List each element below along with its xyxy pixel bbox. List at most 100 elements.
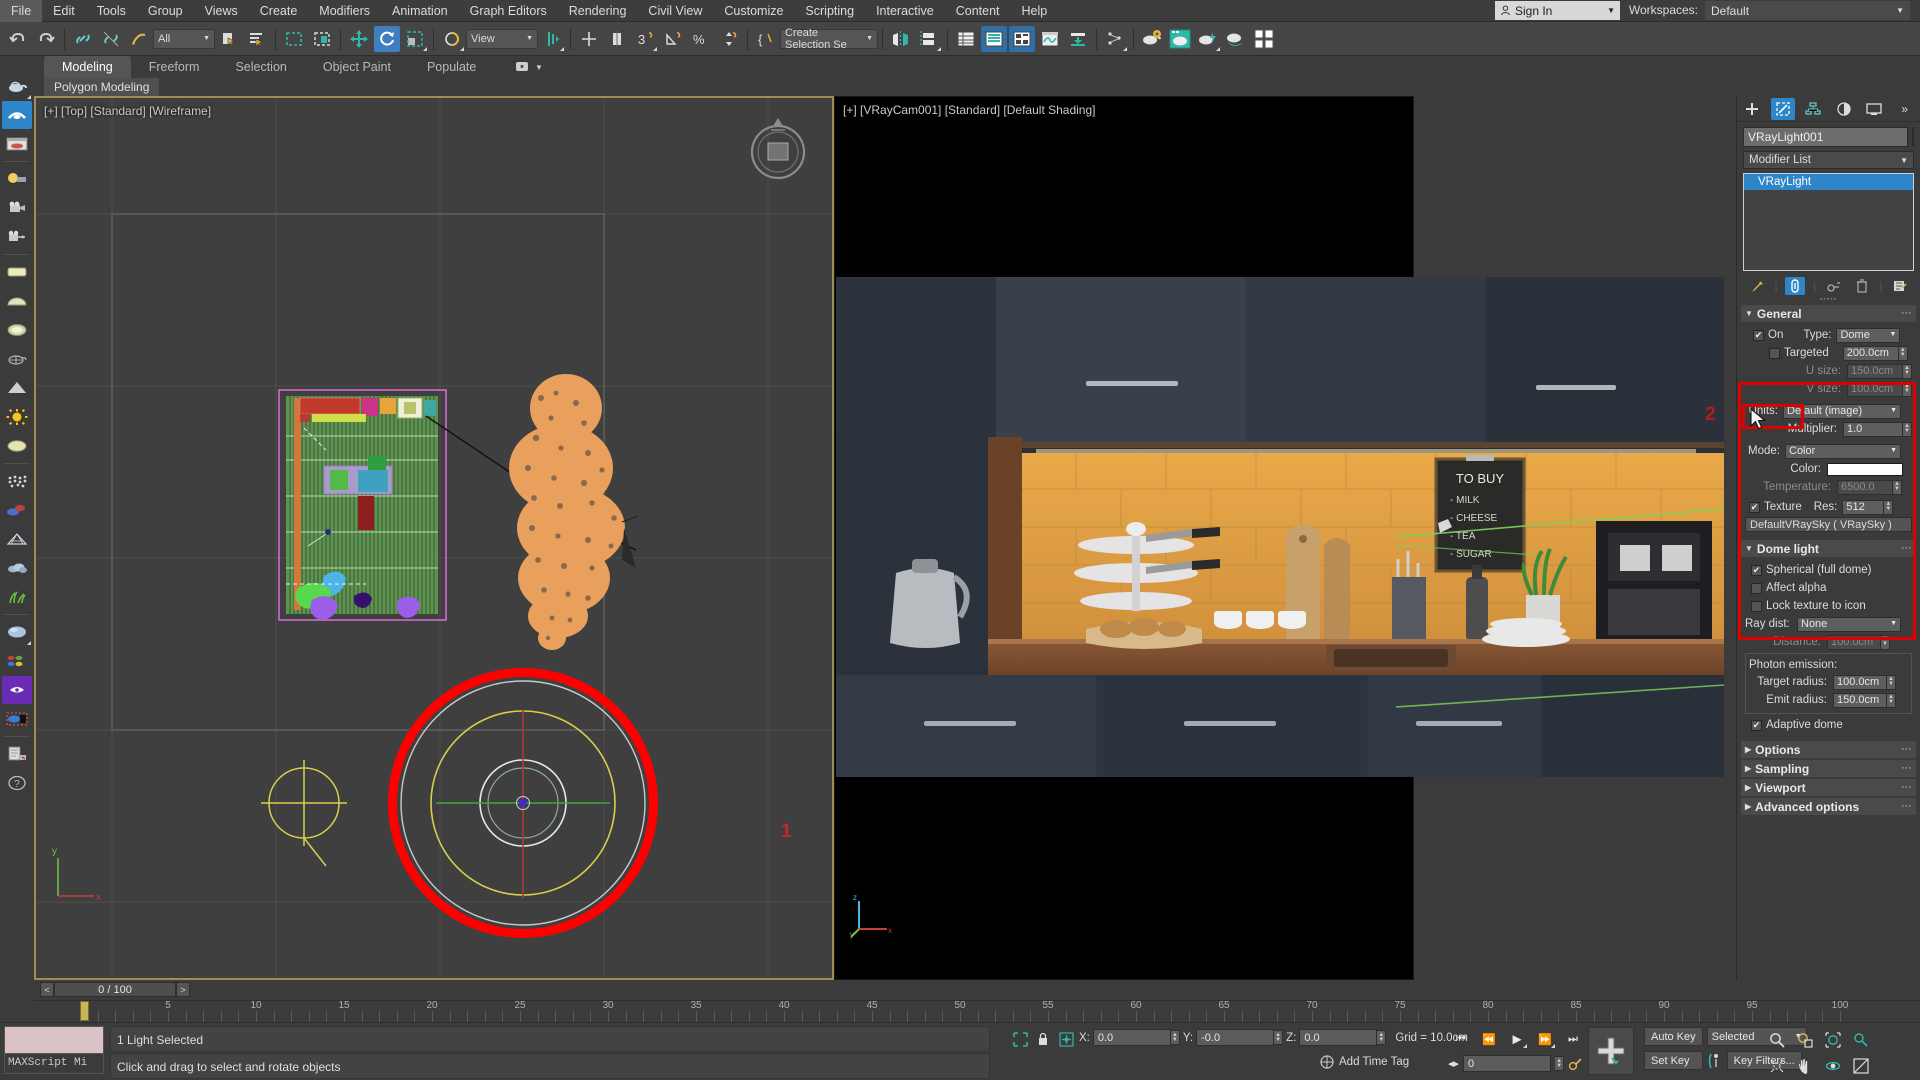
dome-light-icon[interactable] xyxy=(2,287,32,315)
menu-item-civil-view[interactable]: Civil View xyxy=(637,0,713,22)
window-crossing-icon[interactable] xyxy=(309,26,335,52)
menu-item-tools[interactable]: Tools xyxy=(86,0,137,22)
sphere-icon[interactable] xyxy=(2,618,32,646)
field-of-view-icon[interactable] xyxy=(1766,1055,1788,1077)
emit-radius-spinner[interactable]: ▲▼ xyxy=(1887,693,1896,708)
frame-number-field[interactable]: 0 xyxy=(1463,1055,1551,1072)
chevron-down-icon[interactable]: ▼ xyxy=(1890,617,1897,631)
selection-lock-icon[interactable] xyxy=(1033,1029,1053,1049)
maximize-viewport-icon[interactable] xyxy=(1850,1055,1872,1077)
select-scale-icon[interactable] xyxy=(402,26,428,52)
menu-item-create[interactable]: Create xyxy=(249,0,309,22)
ribbon-tab-freeform[interactable]: Freeform xyxy=(131,56,218,78)
emit-radius-field[interactable]: 150.0cm xyxy=(1833,693,1887,708)
rollout-advanced-options-header[interactable]: ▶ Advanced options ▪▪▪ xyxy=(1741,798,1916,815)
spherical-checkbox[interactable] xyxy=(1751,565,1762,576)
time-next-button[interactable]: > xyxy=(176,982,190,997)
menu-item-scripting[interactable]: Scripting xyxy=(794,0,865,22)
chevron-down-icon[interactable]: ▼ xyxy=(1890,328,1897,342)
time-slider-handle[interactable] xyxy=(80,1001,89,1021)
targeted-value-field[interactable]: 200.0cm xyxy=(1843,346,1899,361)
absolute-relative-toggle-icon[interactable] xyxy=(1056,1029,1076,1049)
named-selection-combo[interactable]: Create Selection Se ▼ xyxy=(780,29,878,49)
ribbon-tab-populate[interactable]: Populate xyxy=(409,56,494,78)
zoom-all-icon[interactable] xyxy=(1794,1029,1816,1051)
time-prev-button[interactable]: < xyxy=(40,982,54,997)
ray-dist-dropdown[interactable]: None ▼ xyxy=(1797,617,1901,632)
multiplier-spinner[interactable]: ▲▼ xyxy=(1903,422,1912,437)
add-time-tag[interactable]: Add Time Tag xyxy=(1320,1055,1409,1069)
material-colors-icon[interactable] xyxy=(2,647,32,675)
menu-item-modifiers[interactable]: Modifiers xyxy=(308,0,381,22)
manage-layers-icon[interactable] xyxy=(953,26,979,52)
light-bulb-icon[interactable] xyxy=(2,165,32,193)
selection-lock-region-icon[interactable] xyxy=(1010,1029,1030,1049)
select-object-icon[interactable] xyxy=(216,26,242,52)
zoom-extents-icon[interactable] xyxy=(1822,1029,1844,1051)
x-spinner[interactable]: ▲▼ xyxy=(1171,1030,1180,1045)
cone-light-icon[interactable] xyxy=(2,374,32,402)
y-spinner[interactable]: ▲▼ xyxy=(1274,1030,1283,1045)
set-key-button[interactable]: Set Key xyxy=(1644,1051,1703,1070)
menu-item-content[interactable]: Content xyxy=(945,0,1011,22)
select-link-icon[interactable] xyxy=(70,26,96,52)
menu-item-rendering[interactable]: Rendering xyxy=(558,0,638,22)
units-dropdown[interactable]: Default (image) ▼ xyxy=(1783,404,1901,419)
texture-map-button[interactable]: DefaultVRaySky ( VRaySky ) xyxy=(1745,517,1912,532)
configure-modifier-sets-icon[interactable] xyxy=(1890,277,1910,295)
menu-item-edit[interactable]: Edit xyxy=(42,0,86,22)
menu-item-customize[interactable]: Customize xyxy=(713,0,794,22)
motion-tab[interactable] xyxy=(1832,98,1856,120)
goto-start-button[interactable]: ⏮ xyxy=(1450,1029,1472,1049)
scene-explorer-icon[interactable] xyxy=(981,26,1007,52)
menu-item-file[interactable]: File xyxy=(0,0,42,22)
chevron-down-icon[interactable]: ▼ xyxy=(1890,404,1897,418)
select-affect-pivot-icon[interactable] xyxy=(576,26,602,52)
orbit-icon[interactable] xyxy=(1822,1055,1844,1077)
hierarchy-tab[interactable] xyxy=(1801,98,1825,120)
affect-alpha-checkbox[interactable] xyxy=(1751,583,1762,594)
key-nav-icon[interactable]: ◂▸ xyxy=(1448,1057,1459,1070)
view-cube[interactable] xyxy=(742,112,814,184)
next-frame-button[interactable]: ⏩ xyxy=(1534,1029,1556,1049)
previous-frame-button[interactable]: ⏪ xyxy=(1478,1029,1500,1049)
track-bar[interactable]: 5101520253035404550556065707580859095100 xyxy=(34,1000,1920,1022)
rollout-general-header[interactable]: ▼ General ▪▪▪ xyxy=(1741,305,1916,322)
particles-icon[interactable] xyxy=(2,467,32,495)
make-unique-icon[interactable] xyxy=(1824,277,1844,295)
curve-editor-icon[interactable] xyxy=(1037,26,1063,52)
use-center-icon[interactable] xyxy=(539,26,565,52)
undo-icon[interactable] xyxy=(5,26,31,52)
mirror-icon[interactable] xyxy=(604,26,630,52)
material-editor-icon[interactable] xyxy=(1139,26,1165,52)
x-field[interactable]: 0.0 xyxy=(1093,1029,1171,1046)
menu-item-help[interactable]: Help xyxy=(1011,0,1059,22)
utilities-tab[interactable]: » xyxy=(1893,98,1917,120)
display-tab[interactable] xyxy=(1862,98,1886,120)
schematic-view-icon[interactable] xyxy=(1065,26,1091,52)
disc-light-icon[interactable] xyxy=(2,316,32,344)
mesh-teapot-icon[interactable] xyxy=(2,345,32,373)
rollout-options-header[interactable]: ▶ Options ▪▪▪ xyxy=(1741,741,1916,758)
chevron-down-icon[interactable]: ▼ xyxy=(1890,444,1897,458)
render-setup-icon[interactable] xyxy=(1167,26,1193,52)
chevron-down-icon[interactable]: ▼ xyxy=(1896,6,1904,15)
particle-view-icon[interactable] xyxy=(1102,26,1128,52)
render-production-icon[interactable] xyxy=(1223,26,1249,52)
rollout-viewport-header[interactable]: ▶ Viewport ▪▪▪ xyxy=(1741,779,1916,796)
adaptive-dome-checkbox[interactable] xyxy=(1751,720,1762,731)
camera-target-icon[interactable] xyxy=(2,223,32,251)
bind-space-warp-icon[interactable] xyxy=(126,26,152,52)
auto-key-button[interactable]: Auto Key xyxy=(1644,1027,1703,1046)
pan-hand-icon[interactable] xyxy=(1794,1055,1816,1077)
chevron-down-icon[interactable]: ▼ xyxy=(197,35,210,42)
menu-item-animation[interactable]: Animation xyxy=(381,0,459,22)
select-by-name-icon[interactable] xyxy=(244,26,270,52)
res-field[interactable]: 512 xyxy=(1842,500,1884,515)
select-rotate-icon[interactable] xyxy=(374,26,400,52)
chevron-down-icon[interactable]: ▼ xyxy=(520,35,533,42)
goto-end-button[interactable]: ⏭ xyxy=(1562,1029,1584,1049)
texture-checkbox[interactable] xyxy=(1749,502,1760,513)
target-radius-field[interactable]: 100.0cm xyxy=(1833,675,1887,690)
ribbon-tab-selection[interactable]: Selection xyxy=(217,56,304,78)
